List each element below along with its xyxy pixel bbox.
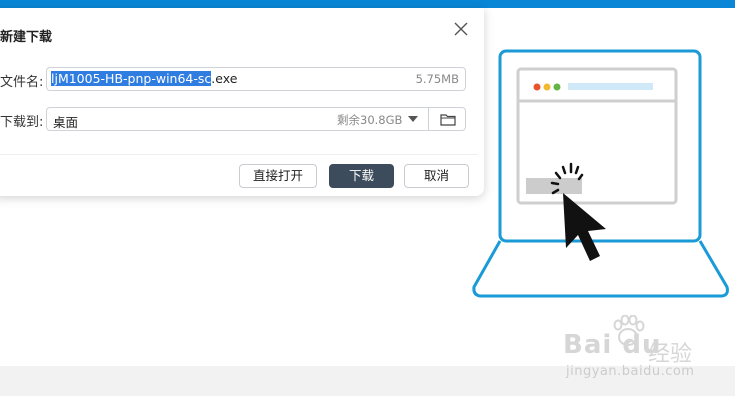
save-path-value: 桌面 — [53, 115, 79, 130]
close-button[interactable] — [452, 20, 470, 38]
cancel-button[interactable]: 取消 — [404, 164, 469, 188]
dialog-title: 新建下载 — [0, 30, 53, 45]
top-accent-bar — [0, 0, 735, 8]
save-path-field[interactable]: 桌面 剩余30.8GB — [46, 107, 466, 131]
window-dot-red — [533, 83, 541, 91]
download-button[interactable]: 下载 — [329, 164, 394, 188]
watermark-url: jingyan.baidu.com — [566, 364, 695, 379]
browse-folder-button[interactable] — [428, 108, 466, 130]
file-size: 5.75MB — [415, 72, 459, 86]
folder-icon — [440, 114, 456, 126]
filename-label: 文件名: — [0, 75, 44, 90]
new-download-dialog: 新建下载 文件名: ljM1005-HB-pnp-win64-sc.exe 5.… — [0, 8, 484, 196]
laptop-illustration — [472, 49, 729, 298]
chevron-down-icon[interactable] — [408, 116, 418, 122]
open-directly-button[interactable]: 直接打开 — [239, 164, 317, 188]
close-icon — [454, 22, 468, 36]
filename-field[interactable]: ljM1005-HB-pnp-win64-sc.exe 5.75MB — [46, 67, 466, 91]
free-space-text: 剩余30.8GB — [337, 113, 403, 127]
filename-extension: .exe — [211, 71, 238, 86]
filename-input[interactable]: ljM1005-HB-pnp-win64-sc.exe — [51, 71, 237, 86]
filename-selected-text: ljM1005-HB-pnp-win64-sc — [51, 71, 212, 86]
window-dot-green — [553, 83, 561, 91]
footer-divider — [0, 154, 478, 155]
watermark-brand: Bai du — [563, 330, 662, 360]
saveto-label: 下载到: — [0, 115, 44, 130]
window-dot-yellow — [543, 83, 551, 91]
